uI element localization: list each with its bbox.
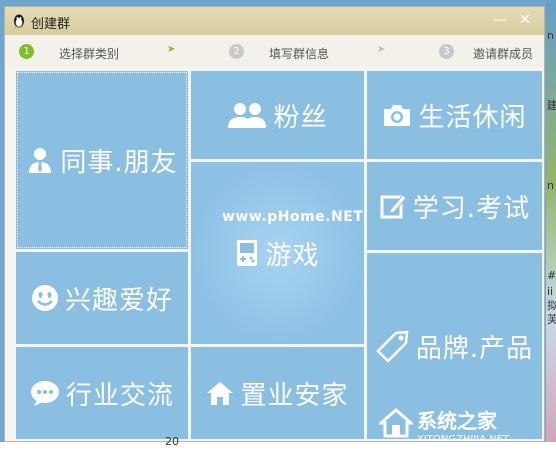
tile-fans[interactable]: 粉丝 xyxy=(191,71,364,159)
tile-hobbies[interactable]: 兴趣爱好 xyxy=(16,252,188,344)
tile-label: 兴趣爱好 xyxy=(64,285,173,316)
tile-home-realestate[interactable]: 置业安家 xyxy=(191,347,364,439)
tile-label: 行业交流 xyxy=(65,380,174,411)
brand-watermark: 系统之家 XITONGZHIJIA.NET xyxy=(376,405,509,442)
house-logo-icon xyxy=(376,407,416,442)
qq-penguin-icon xyxy=(11,13,27,29)
watermark-text: www.pHome.NET xyxy=(222,209,364,225)
step-arrow-icon: ➤ xyxy=(167,44,176,55)
background-text: n xyxy=(547,29,554,42)
title-bar[interactable]: 创建群 — ✕ xyxy=(5,7,544,35)
tile-label: 置业安家 xyxy=(240,380,349,411)
step-indicator: 1 选择群类别 ➤ 2 填写群信息 ➤ 3 邀请群成员 xyxy=(5,35,544,67)
brand-watermark-name: 系统之家 xyxy=(417,409,497,433)
category-grid: 同事.朋友 粉丝 生活休闲 游戏 学习.考试 兴趣爱好 品牌.产品 行业交流 置… xyxy=(14,69,544,441)
tile-games[interactable]: 游戏 xyxy=(191,162,364,344)
background-bottom-strip xyxy=(0,442,556,452)
step-number: 1 xyxy=(19,44,34,59)
step-label-select-category: 选择群类别 xyxy=(59,47,120,61)
user-icon xyxy=(26,146,54,174)
tile-study-exams[interactable]: 学习.考试 xyxy=(367,162,542,250)
users-icon xyxy=(227,102,267,128)
gamepad-icon xyxy=(235,238,259,268)
chat-bubble-icon xyxy=(30,379,60,407)
step-label-invite-members: 邀请群成员 xyxy=(473,47,534,61)
background-text: 芙 xyxy=(547,313,556,326)
tile-label: 粉丝 xyxy=(273,102,328,133)
tile-label: 生活休闲 xyxy=(418,102,527,133)
background-text: n xyxy=(547,179,554,192)
background-text: # xyxy=(547,269,556,282)
close-button[interactable]: ✕ xyxy=(516,11,534,29)
step-number: 3 xyxy=(439,44,454,59)
tile-lifestyle[interactable]: 生活休闲 xyxy=(367,71,542,159)
tile-industry-exchange[interactable]: 行业交流 xyxy=(16,347,188,439)
step-arrow-icon: ➤ xyxy=(377,44,386,55)
window-title: 创建群 xyxy=(31,17,71,32)
create-group-window: 创建群 — ✕ 1 选择群类别 ➤ 2 填写群信息 ➤ 3 邀请群成员 同事.朋… xyxy=(4,6,545,442)
background-strip xyxy=(546,0,556,452)
step-number: 2 xyxy=(229,44,244,59)
tag-icon xyxy=(376,329,410,363)
background-text: 建 xyxy=(547,99,556,112)
tile-label: 游戏 xyxy=(265,240,320,271)
tile-label: 品牌.产品 xyxy=(415,333,534,364)
brand-watermark-url: XITONGZHIJIA.NET xyxy=(417,434,509,442)
smiley-icon xyxy=(31,284,59,312)
tile-label: 同事.朋友 xyxy=(60,147,178,178)
camera-icon xyxy=(382,102,412,128)
tile-colleagues-friends[interactable]: 同事.朋友 xyxy=(16,71,188,249)
background-text: ii xyxy=(547,285,554,298)
step-label-fill-info: 填写群信息 xyxy=(269,47,330,61)
background-text: 20 xyxy=(165,435,179,448)
edit-icon xyxy=(379,192,407,220)
minimize-button[interactable]: — xyxy=(491,11,509,29)
tile-label: 学习.考试 xyxy=(412,193,531,224)
home-icon xyxy=(206,380,234,406)
background-text: 拟 xyxy=(547,299,556,312)
